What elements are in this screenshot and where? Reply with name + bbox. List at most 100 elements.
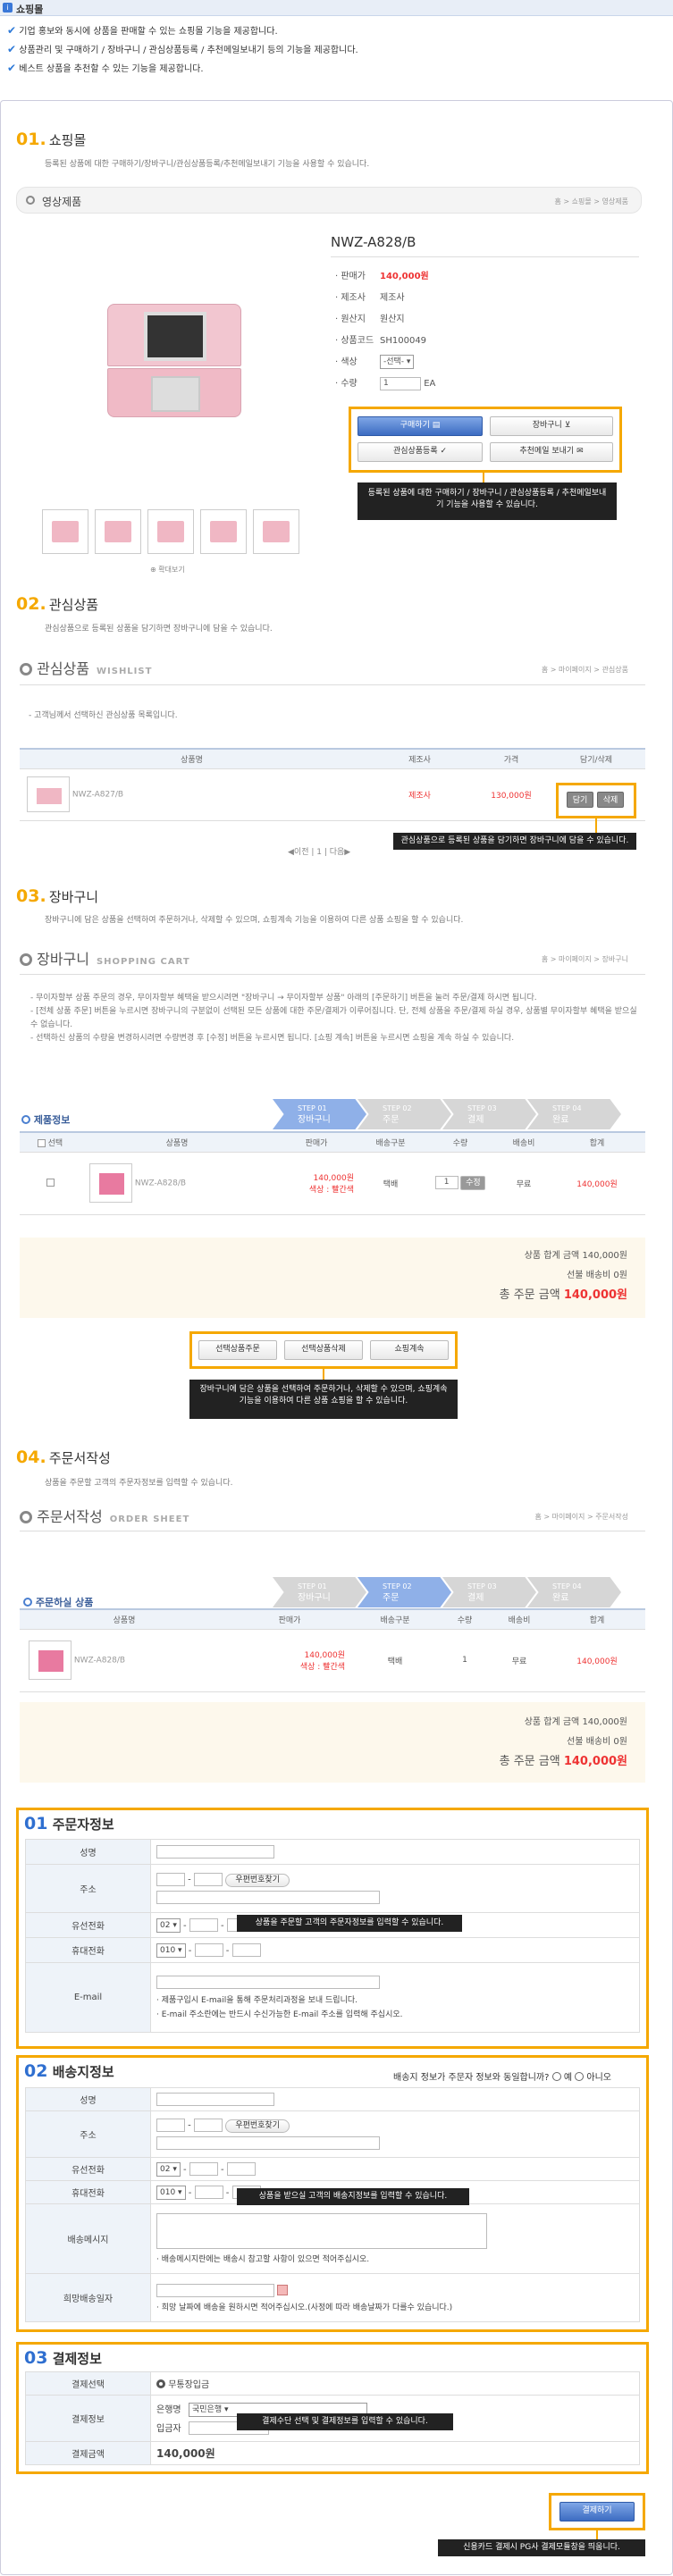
delete-selected-button[interactable]: 선택상품삭제 [284,1340,363,1360]
step-4: STEP 04 완료 [527,1577,621,1607]
table-row: NWZ-A828/B 140,000원 색상 : 빨간색 택배 1 수정 무료 140,00… [20,1152,645,1215]
divider [331,256,639,257]
delivery-date-input[interactable] [156,2283,274,2297]
col-header: 수량 [422,1131,499,1153]
select-all-checkbox[interactable] [37,1138,46,1147]
address-input[interactable] [156,2136,380,2151]
order-selected-button[interactable]: 선택상품주문 [198,1340,277,1360]
section-2-desc: 관심상품으로 등록된 상품을 담기하면 장바구니에 담을 수 있습니다. [45,625,273,634]
quantity-input[interactable]: 1 [434,1176,458,1189]
breadcrumb: 홈 > 마이페이지 > 장바구니 [541,955,628,963]
wishlist-button[interactable]: 관심상품등록 ✓ [358,442,483,462]
message-note: · 배송메시지란에는 배송시 참고할 사항이 있으면 적어주십시오. [156,2255,370,2264]
calendar-icon[interactable] [277,2285,289,2295]
step-2: STEP 02 주문 [358,1099,451,1129]
pagination[interactable]: ◀이전 | 1 | 다음▶ [288,845,350,857]
tel-area-select[interactable]: 02 ▾ [156,2161,181,2177]
mobile-prefix-select[interactable]: 010 ▾ [156,2185,186,2200]
payer-label: 입금자 [156,2423,181,2434]
table-row: NWZ-A828/B 140,000원 색상 : 빨간색 택배 1 무료 140,000원 [20,1629,645,1692]
note-item: - 선택하신 상품의 수량을 변경하시려면 수량변경 후 [수정] 버튼을 누르… [30,1034,515,1043]
tel-area-select[interactable]: 02 ▾ [156,1917,181,1933]
receiver-name-input[interactable] [156,2093,274,2106]
delete-button[interactable]: 삭제 [597,792,624,808]
divider [20,684,645,685]
mobile2-input[interactable] [194,2186,223,2199]
product-thumb[interactable] [89,1163,132,1203]
tel2-input[interactable] [189,1918,218,1932]
col-header: 수량 [440,1608,490,1630]
color-select[interactable]: -선택- ▾ [380,355,415,369]
name-input[interactable] [156,1845,274,1859]
thumbnail[interactable] [200,509,247,554]
step-1: STEP 01 장바구니 [273,1577,366,1607]
mobile-prefix-select[interactable]: 010 ▾ [156,1942,186,1958]
tooltip: 신용카드 결제시 PG사 결제모듈창을 띄웁니다. [438,2539,645,2556]
step-1: STEP 01 장바구니 [273,1099,366,1129]
pay-button[interactable]: 결제하기 [559,2502,635,2521]
add-to-cart-button[interactable]: 담기 [567,792,593,808]
tooltip-arrow [596,2530,598,2539]
cart-table: 선택 상품명 판매가 배송구분 수량 배송비 합계 NWZ-A828/B 140,000원 색상… [20,1131,645,1215]
field-label: 결제정보 [25,2395,151,2442]
tooltip: 장바구니에 담은 상품을 선택하여 주문하거나, 삭제할 수 있으며, 쇼핑계속… [189,1380,458,1419]
order-table: 상품명 판매가 배송구분 수량 배송비 합계 NWZ-A828/B 140,000원 색상 :… [20,1608,645,1692]
section-label: 제품정보 [21,1112,70,1127]
check-text: 베스트 상품을 추천할 수 있는 기능을 제공합니다. [19,64,204,74]
cart-button[interactable]: 장바구니 ⊻ [490,416,613,436]
subtotal: 상품 합계 금액 140,000원 [524,1717,627,1727]
cart-icon: ⊻ [564,421,571,430]
thumbnail[interactable] [147,509,194,554]
col-header: 상품명 [80,1131,273,1153]
bank-transfer-radio[interactable] [156,2379,165,2388]
product-thumb[interactable] [27,776,70,812]
col-header: 배송구분 [350,1608,440,1630]
quantity-input[interactable]: 1 [380,376,421,390]
zip-search-button[interactable]: 우편번호찾기 [225,1874,290,1888]
cart-heading: 장바구니 SHOPPING CART [20,947,190,969]
category-title: 영상제품 [42,196,82,208]
tel3-input[interactable] [226,2162,256,2176]
delivery-message-textarea[interactable] [156,2213,487,2249]
edit-quantity-button[interactable]: 수정 [460,1176,486,1190]
col-header: 배송비 [499,1131,549,1153]
continue-shopping-button[interactable]: 쇼핑계속 [370,1340,449,1360]
mobile3-input[interactable] [231,1943,261,1957]
thumbnail[interactable] [253,509,299,554]
recommend-mail-button[interactable]: 추천메일 보내기 ✉ [490,442,613,462]
bullet-icon [20,1511,32,1523]
section-2-heading: 02. 관심상품 [16,594,99,614]
tooltip-arrow [483,472,484,482]
field-label: 주소 [25,1864,151,1913]
note-item: - 무이자할부 상품 주문의 경우, 무이자할부 혜택을 받으시려면 "장바구니… [30,994,537,1003]
zip1-input[interactable] [156,2118,185,2132]
tooltip-arrow [323,1369,324,1380]
check-icon: ✔ [7,43,17,55]
product-name: NWZ-A828/B [134,1179,187,1188]
no-radio[interactable] [575,2072,585,2081]
zoom-link[interactable]: ⊕ 확대보기 [150,565,185,575]
email-input[interactable] [156,1976,380,1989]
zip2-input[interactable] [193,1872,223,1886]
zip1-input[interactable] [156,1872,185,1886]
row-checkbox[interactable] [46,1179,55,1187]
check-text: 상품관리 및 구매하기 / 장바구니 / 관심상품등록 / 추천메일보내기 등의… [19,46,358,55]
sale-price: 140,000원 [380,272,429,281]
thumbnail[interactable] [95,509,141,554]
mobile2-input[interactable] [194,1943,223,1957]
address-input[interactable] [156,1891,380,1905]
wishlist-heading: 관심상품 WISHLIST [20,657,152,678]
field-row: · 상품코드 SH100049 [335,336,427,346]
zip-search-button[interactable]: 우편번호찾기 [225,2119,290,2134]
tel2-input[interactable] [189,2162,218,2176]
payment-info-heading: 03 결제정보 [24,2348,102,2368]
date-note: · 희망 날짜에 배송을 원하시면 적어주십시오.(사정에 따라 배송날짜가 다… [156,2303,453,2312]
check-text: 기업 홍보와 동시에 상품을 판매할 수 있는 쇼핑몰 기능을 제공합니다. [19,27,278,37]
yes-radio[interactable] [551,2072,561,2081]
zip2-input[interactable] [193,2118,223,2132]
col-header: 가격 [475,748,547,769]
tooltip: 상품을 주문할 고객의 주문자정보를 입력할 수 있습니다. [237,1915,462,1932]
buy-button[interactable]: 구매하기 ▤ [358,416,483,436]
field-row: · 원산지 원산지 [335,315,405,324]
thumbnail[interactable] [42,509,88,554]
